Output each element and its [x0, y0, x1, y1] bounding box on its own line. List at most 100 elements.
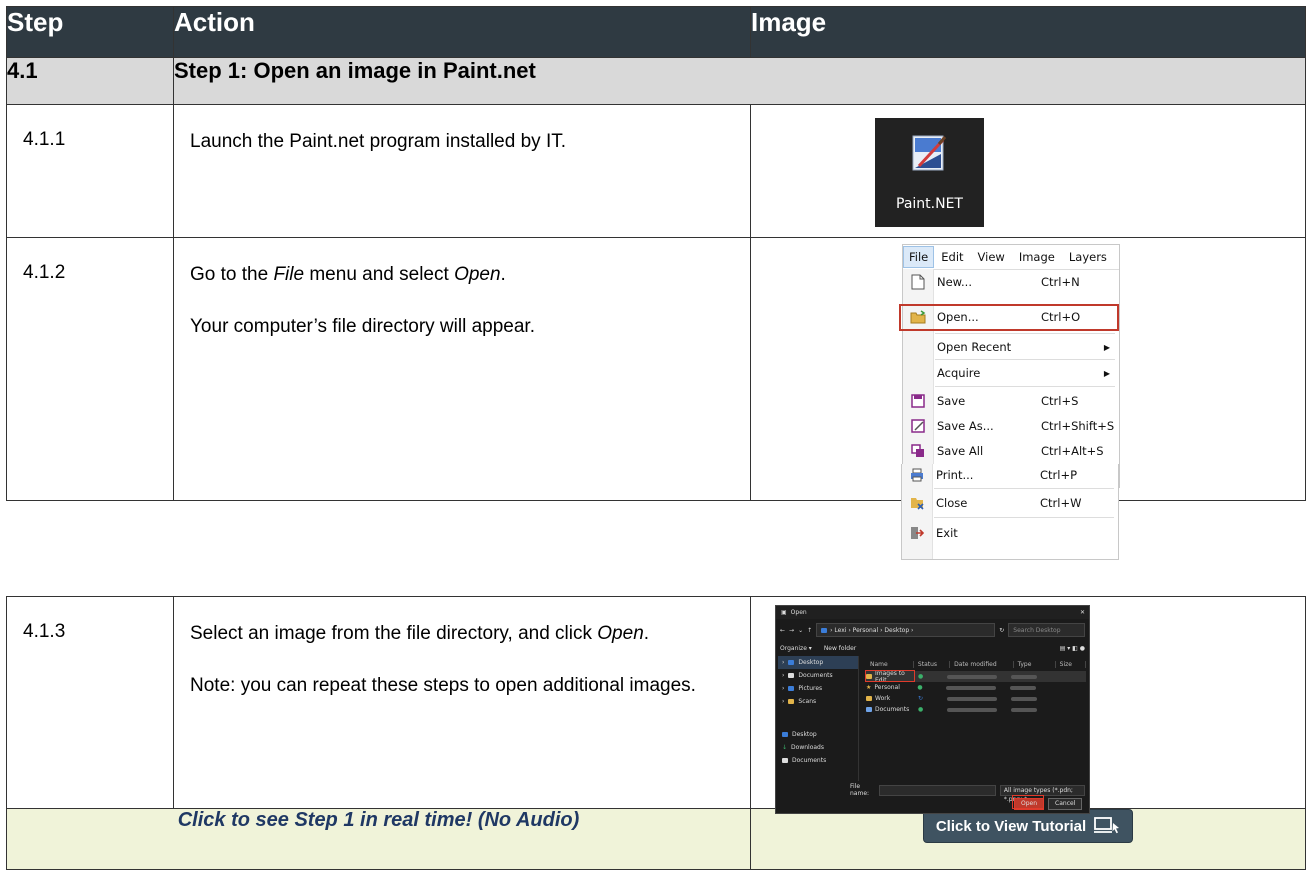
file-type-select[interactable]: All image types (*.pdn; *.png; *	[999, 784, 1085, 803]
step-image-cell: File Edit View Image Layers New... Ctrl+N…	[750, 237, 1306, 501]
paintnet-app-icon[interactable]: Paint.NET	[875, 118, 984, 227]
section-number: 4.1	[6, 57, 174, 105]
col-status[interactable]: Status	[914, 660, 951, 668]
print-icon	[902, 464, 932, 486]
open-dialog-screenshot: ▣ Open ✕ ← → ⌄ ↑ › Lexi › Personal › Des…	[775, 605, 1090, 814]
step-action: Go to the File menu and select Open. You…	[173, 237, 751, 501]
menu-file[interactable]: File	[903, 246, 935, 268]
col-size[interactable]: Size	[1056, 660, 1086, 668]
header-step: Step	[6, 6, 174, 58]
open-highlight-box	[899, 304, 1119, 331]
submenu-arrow-icon: ▶	[1103, 342, 1111, 352]
menu-item-open-recent[interactable]: Open Recent ▶	[903, 336, 1119, 358]
footer-caption: Click to see Step 1 in real time! (No Au…	[6, 808, 751, 870]
table-header: Step Action Image	[6, 6, 1306, 58]
save-all-icon	[903, 440, 933, 462]
cancel-button[interactable]: Cancel	[1048, 798, 1083, 810]
step-number: 4.1.3	[6, 596, 174, 809]
submenu-arrow-icon: ▶	[1103, 368, 1111, 378]
menu-item-acquire[interactable]: Acquire ▶	[903, 362, 1119, 384]
step-number: 4.1.2	[6, 237, 174, 501]
menu-item-save-all[interactable]: Save All Ctrl+Alt+S	[903, 440, 1119, 462]
search-input[interactable]: Search Desktop	[1008, 623, 1085, 637]
new-file-icon	[903, 271, 933, 293]
col-name[interactable]: Name	[866, 660, 914, 668]
open-ref: Open	[454, 264, 501, 285]
menu-layers[interactable]: Layers	[1062, 250, 1114, 264]
menu-image[interactable]: Image	[1012, 250, 1062, 264]
menu-item-exit[interactable]: Exit	[902, 522, 1118, 544]
action-text: Go to the File menu and select Open.	[190, 264, 506, 285]
nav-item[interactable]: Desktop	[778, 728, 858, 741]
menu-edit[interactable]: Edit	[934, 250, 970, 264]
nav-item[interactable]: ↓ Downloads	[778, 741, 858, 754]
list-item[interactable]: Work ↻	[866, 693, 1086, 704]
images-folder-highlight	[865, 670, 915, 682]
view-options-icon[interactable]: ▤ ▾ ◧ ●	[1060, 645, 1085, 652]
col-date[interactable]: Date modified	[950, 660, 1014, 668]
back-icon[interactable]: ←	[780, 627, 785, 634]
view-tutorial-label: Click to View Tutorial	[935, 817, 1087, 835]
table-row: 4.1.1 Launch the Paint.net program insta…	[6, 104, 1306, 238]
menu-item-print[interactable]: Print... Ctrl+P	[902, 464, 1118, 486]
view-tutorial-button[interactable]: Click to View Tutorial	[922, 809, 1134, 843]
file-menu-ref: File	[273, 264, 305, 285]
nav-item[interactable]: Documents	[778, 754, 858, 767]
address-bar: ← → ⌄ ↑ › Lexi › Personal › Desktop › ↻ …	[780, 622, 1085, 638]
menu-item-save[interactable]: Save Ctrl+S	[903, 390, 1119, 412]
action-text: Launch the Paint.net program installed b…	[190, 131, 567, 152]
up-icon[interactable]: ↑	[807, 627, 812, 634]
save-icon	[903, 390, 933, 412]
menu-item-save-as[interactable]: Save As... Ctrl+Shift+S	[903, 415, 1119, 437]
menu-item-close[interactable]: Close Ctrl+W	[902, 492, 1118, 514]
table-row: 4.1.2 Go to the File menu and select Ope…	[6, 237, 1306, 501]
nav-item[interactable]: › Pictures	[778, 682, 858, 695]
step-image-cell: ▣ Open ✕ ← → ⌄ ↑ › Lexi › Personal › Des…	[750, 596, 1306, 814]
table-row: 4.1.3 Select an image from the file dire…	[6, 596, 1306, 814]
file-name-input[interactable]	[879, 784, 996, 796]
refresh-icon[interactable]: ↻	[999, 627, 1004, 634]
instruction-table: Step Action Image 4.1 Step 1: Open an im…	[6, 6, 1306, 501]
section-row: 4.1 Step 1: Open an image in Paint.net	[6, 57, 1306, 105]
organize-button[interactable]: Organize ▾	[780, 645, 812, 652]
dialog-titlebar: ▣ Open ✕	[776, 606, 1089, 619]
column-headers: Name Status Date modified Type Size	[866, 658, 1086, 670]
col-type[interactable]: Type	[1014, 660, 1056, 668]
new-folder-button[interactable]: New folder	[824, 645, 856, 652]
command-bar: Organize ▾ New folder ▤ ▾ ◧ ●	[780, 642, 1085, 654]
close-icon	[902, 492, 932, 514]
paintnet-logo-icon	[912, 135, 947, 171]
header-action: Action	[173, 6, 751, 58]
step-action: Select an image from the file directory,…	[173, 596, 751, 809]
menu-view[interactable]: View	[971, 250, 1012, 264]
menu-separator	[935, 333, 1115, 334]
instruction-table-container: Step Action Image 4.1 Step 1: Open an im…	[6, 6, 1306, 870]
exit-icon	[902, 522, 932, 544]
open-button-highlight	[1012, 795, 1044, 809]
laptop-cursor-icon	[1094, 817, 1120, 834]
action-note: Your computer’s file directory will appe…	[190, 315, 535, 337]
action-note: Note: you can repeat these steps to open…	[190, 674, 696, 696]
nav-item[interactable]: › Scans	[778, 695, 858, 708]
list-item[interactable]: Documents ●	[866, 704, 1086, 715]
chevron-down-icon[interactable]: ⌄	[798, 627, 803, 634]
file-name-label: File name:	[850, 783, 870, 797]
footer-button-cell: Click to View Tutorial	[750, 808, 1306, 870]
menu-separator	[934, 517, 1114, 518]
nav-item[interactable]: › Desktop	[778, 656, 858, 669]
instruction-table-lower: 4.1.3 Select an image from the file dire…	[6, 596, 1306, 870]
footer-row: Click to see Step 1 in real time! (No Au…	[6, 808, 1306, 870]
menu-bar: File Edit View Image Layers	[903, 245, 1119, 270]
menu-separator	[935, 386, 1115, 387]
forward-icon[interactable]: →	[789, 627, 794, 634]
menu-item-new[interactable]: New... Ctrl+N	[903, 271, 1119, 293]
nav-item[interactable]: › Documents	[778, 669, 858, 682]
app-icon: ▣	[781, 609, 787, 616]
path-field[interactable]: › Lexi › Personal › Desktop ›	[816, 623, 996, 637]
open-ref: Open	[597, 623, 644, 644]
file-menu-screenshot: File Edit View Image Layers New... Ctrl+N…	[899, 244, 1120, 488]
close-icon[interactable]: ✕	[1080, 609, 1089, 616]
list-item[interactable]: ★ Personal ●	[866, 682, 1086, 693]
step-action: Launch the Paint.net program installed b…	[173, 104, 751, 238]
paintnet-icon-label: Paint.NET	[896, 196, 963, 212]
